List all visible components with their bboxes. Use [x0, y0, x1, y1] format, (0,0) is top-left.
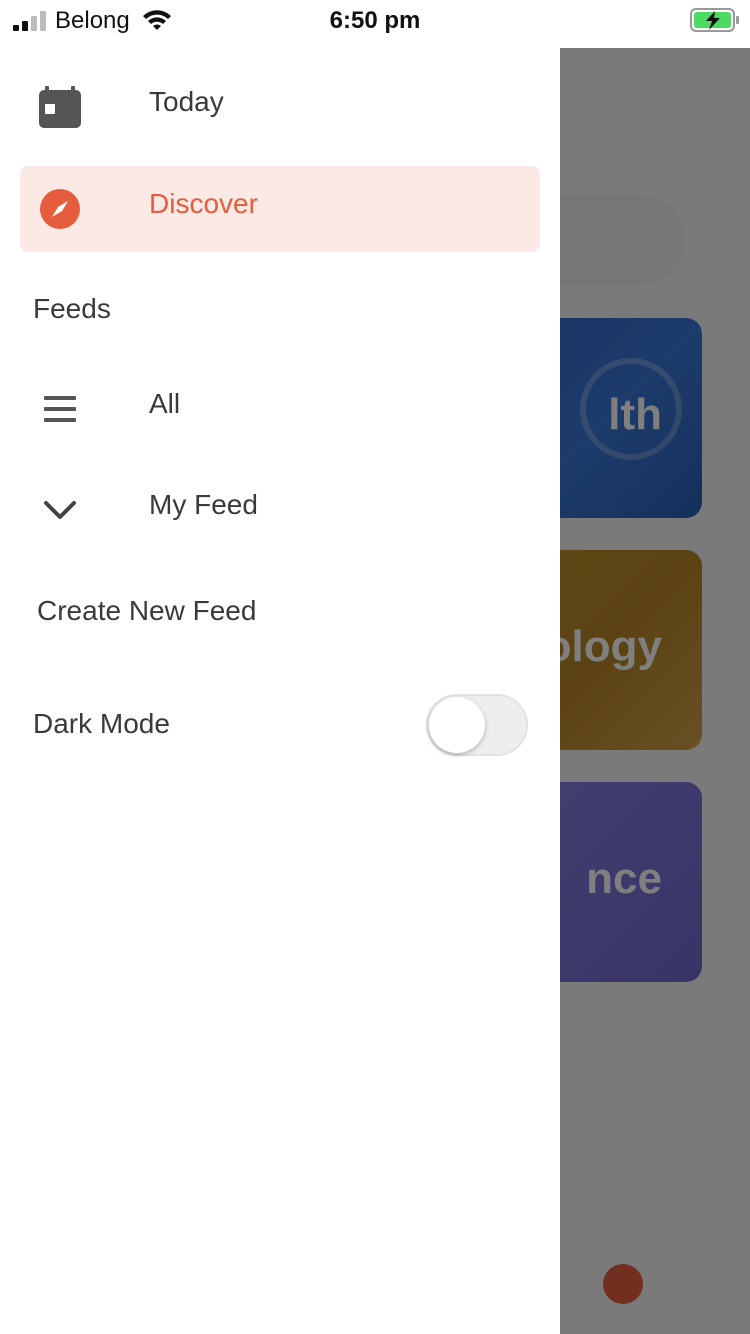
status-time: 6:50 pm: [329, 7, 421, 34]
drawer-item-discover[interactable]: Discover: [20, 166, 540, 252]
compass-icon: [40, 189, 80, 229]
feeds-section-label: Feeds: [33, 293, 111, 324]
battery-charging-icon: [690, 8, 739, 32]
drawer-item-label: All: [149, 388, 181, 419]
chevron-down-icon[interactable]: [37, 487, 83, 533]
dark-mode-label: Dark Mode: [33, 708, 170, 739]
drawer-item-label: Today: [149, 86, 224, 117]
list-icon: [44, 396, 76, 422]
toggle-knob: [429, 697, 485, 753]
calendar-icon: [39, 86, 81, 128]
drawer-item-label: My Feed: [149, 489, 258, 520]
drawer-item-label: Discover: [149, 188, 258, 219]
drawer-item-all[interactable]: All: [20, 366, 540, 452]
dark-mode-toggle[interactable]: [426, 694, 528, 756]
drawer-item-today[interactable]: Today: [20, 64, 540, 150]
navigation-drawer: Today Discover Feeds All My Feed Create …: [0, 48, 560, 1334]
create-new-feed-button[interactable]: Create New Feed: [37, 595, 256, 627]
status-bar: Belong 6:50 pm: [0, 0, 750, 44]
drawer-item-my-feed[interactable]: My Feed: [20, 467, 540, 553]
